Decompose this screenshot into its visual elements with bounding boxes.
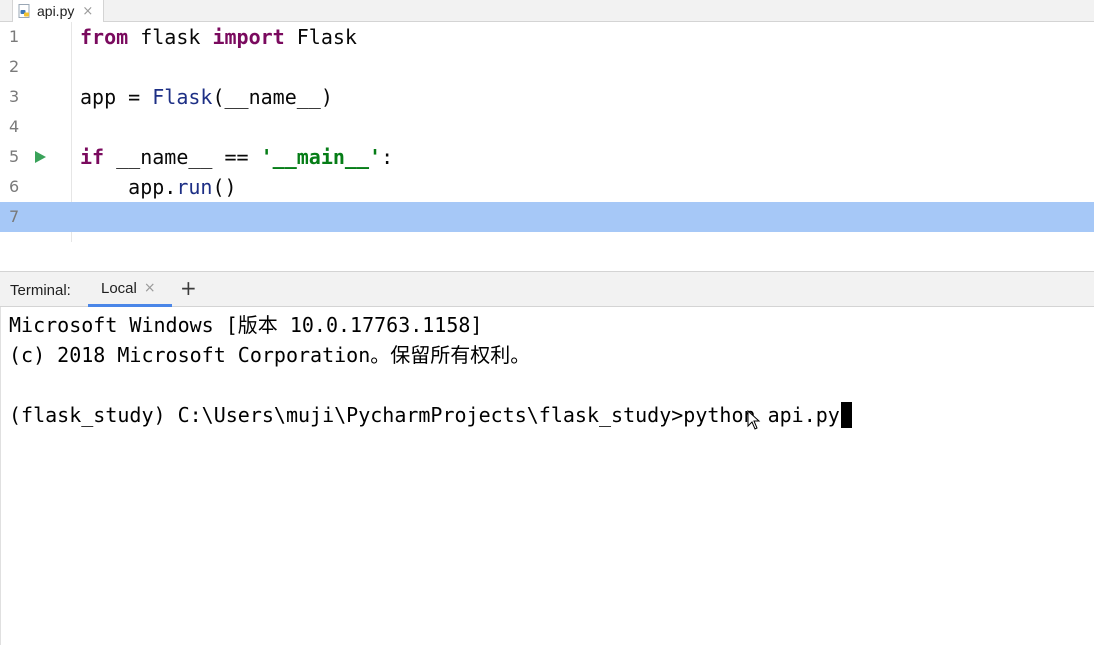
code-token: if (80, 145, 104, 169)
code-text: app.run() (80, 172, 237, 202)
python-file-icon (18, 4, 32, 19)
editor-tab-api-py[interactable]: api.py × (12, 0, 104, 22)
code-text: if __name__ == '__main__': (80, 142, 393, 172)
terminal-line: (flask_study) C:\Users\muji\PycharmProje… (9, 400, 852, 430)
close-tab-icon[interactable]: × (82, 5, 93, 18)
code-line-2[interactable]: 2 (0, 52, 1094, 82)
terminal-line-text: (c) 2018 Microsoft Corporation。保留所有权利。 (9, 343, 530, 367)
terminal-tab-local[interactable]: Local × (88, 272, 172, 307)
code-token: '__main__' (261, 145, 381, 169)
line-number: 3 (9, 82, 39, 112)
code-token: flask (128, 25, 212, 49)
terminal-line: (c) 2018 Microsoft Corporation。保留所有权利。 (9, 340, 530, 370)
terminal-output[interactable]: Microsoft Windows [版本 10.0.17763.1158] (c… (0, 307, 1094, 645)
code-token: app. (80, 175, 176, 199)
mouse-pointer-icon (747, 410, 761, 430)
code-line-5[interactable]: 5if __name__ == '__main__': (0, 142, 1094, 172)
editor-tab-bar: api.py × (0, 0, 1094, 22)
terminal-line: Microsoft Windows [版本 10.0.17763.1158] (9, 310, 482, 340)
code-line-3[interactable]: 3 app = Flask(__name__) (0, 82, 1094, 112)
code-line-7[interactable]: 7 (0, 202, 1094, 232)
close-terminal-tab-icon[interactable]: × (144, 280, 156, 296)
code-editor[interactable]: 1from flask import Flask23app = Flask(__… (0, 22, 1094, 252)
line-number: 1 (9, 22, 39, 52)
line-number: 2 (9, 52, 39, 82)
code-line-4[interactable]: 4 (0, 112, 1094, 142)
line-number: 6 (9, 172, 39, 202)
terminal-tab-label: Local (101, 280, 137, 297)
code-token: __name__ == (104, 145, 261, 169)
terminal-title: Terminal: (10, 282, 71, 299)
terminal-line-text: Microsoft Windows [版本 10.0.17763.1158] (9, 313, 482, 337)
code-token: app = (80, 85, 152, 109)
code-token: () (212, 175, 236, 199)
code-token: Flask (285, 25, 357, 49)
line-number: 7 (9, 202, 39, 232)
code-token: Flask (152, 85, 212, 109)
code-token: from (80, 25, 128, 49)
run-gutter-icon[interactable] (35, 151, 46, 163)
line-number: 4 (9, 112, 39, 142)
editor-tab-label: api.py (37, 3, 74, 19)
code-token: import (212, 25, 284, 49)
code-token: run (176, 175, 212, 199)
code-text: from flask import Flask (80, 22, 357, 52)
code-line-1[interactable]: 1 from flask import Flask (0, 22, 1094, 52)
terminal-header: Terminal: Local × + (0, 271, 1094, 307)
code-text: app = Flask(__name__) (80, 82, 333, 112)
code-token: : (381, 145, 393, 169)
new-terminal-tab-icon[interactable]: + (180, 278, 197, 298)
code-token: (__name__) (212, 85, 332, 109)
terminal-line-text: (flask_study) C:\Users\muji\PycharmProje… (9, 403, 840, 427)
terminal-cursor (841, 402, 852, 428)
code-line-6[interactable]: 6 app.run() (0, 172, 1094, 202)
